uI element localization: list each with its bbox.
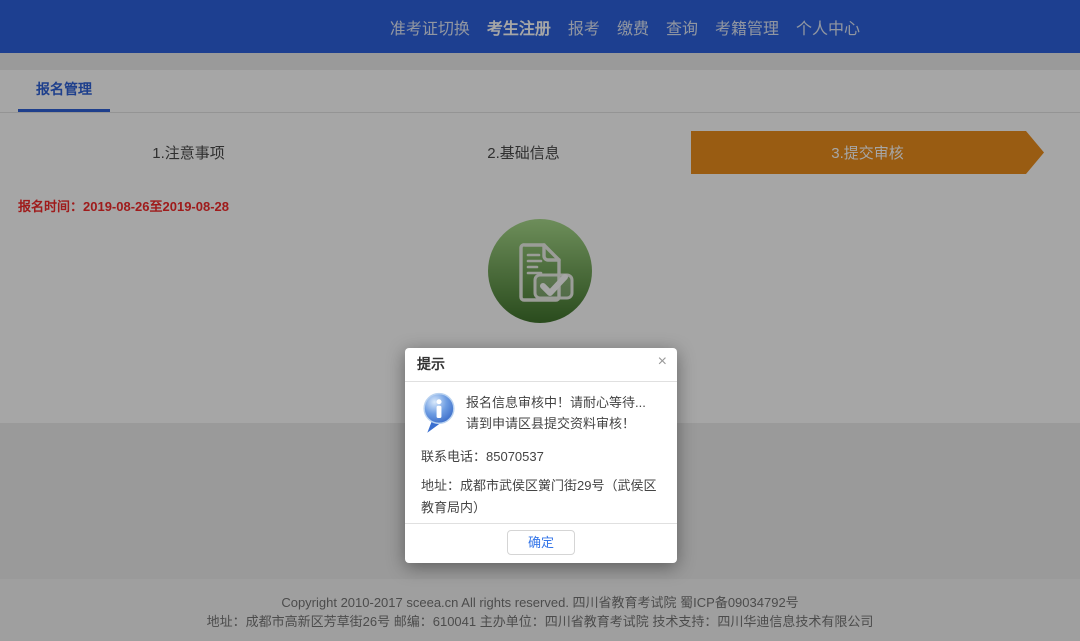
close-icon[interactable]: × — [658, 352, 667, 372]
dialog-message: 报名信息审核中！请耐心等待... 请到申请区县提交资料审核！ — [466, 391, 646, 435]
dialog-message-line2: 请到申请区县提交资料审核！ — [466, 413, 646, 434]
dialog-header: 提示 × — [405, 348, 677, 382]
ok-button[interactable]: 确定 — [507, 530, 575, 555]
dialog-title: 提示 — [417, 356, 445, 372]
contact-phone-text: 联系电话：85070537 — [421, 446, 661, 465]
dialog-message-line1: 报名信息审核中！请耐心等待... — [466, 392, 646, 413]
dialog-body: 报名信息审核中！请耐心等待... 请到申请区县提交资料审核！ 联系电话：8507… — [405, 382, 677, 523]
contact-address-text: 地址：成都市武侯区黉门街29号（武侯区教育局内） — [421, 475, 661, 519]
dialog-footer: 确定 — [405, 523, 677, 563]
dialog-message-row: 报名信息审核中！请耐心等待... 请到申请区县提交资料审核！ — [421, 391, 661, 435]
page: 准考证切换 考生注册 报考 缴费 查询 考籍管理 个人中心 报名管理 1.注意事… — [0, 0, 1080, 641]
alert-dialog: 提示 × — [405, 348, 677, 563]
info-icon — [421, 391, 457, 435]
